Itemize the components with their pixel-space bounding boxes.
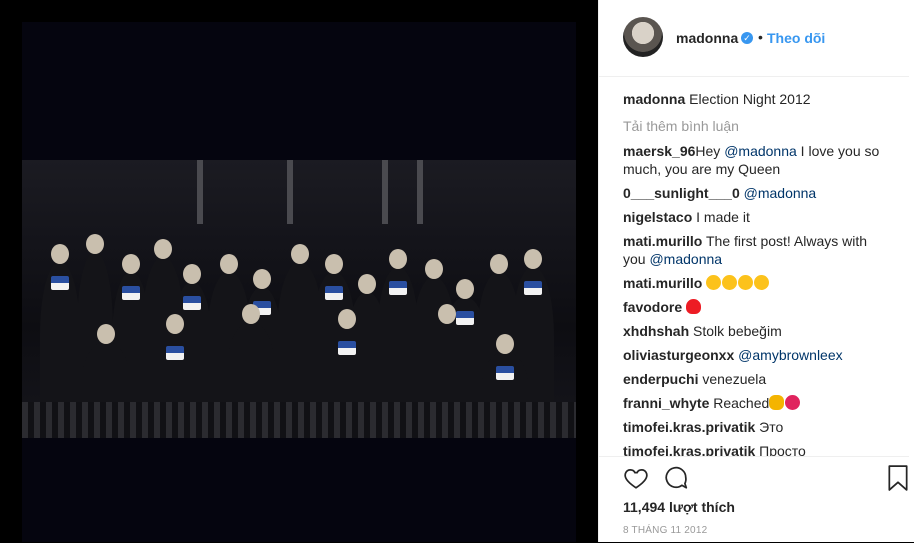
comment-mention[interactable]: @madonna — [744, 185, 817, 201]
heart-eyes-emoji-icon — [706, 275, 722, 290]
stage-truss — [287, 160, 293, 224]
crowd-head — [490, 254, 508, 274]
comment-row: 0___sunlight___0 @madonna — [623, 184, 893, 202]
crowd-head — [425, 259, 443, 279]
comment-username[interactable]: maersk_96 — [623, 143, 695, 159]
comment-username[interactable]: 0___sunlight___0 — [623, 185, 740, 201]
comment-username[interactable]: nigelstaco — [623, 209, 692, 225]
sparkling-heart-emoji-icon — [785, 395, 801, 410]
action-bar: 11,494 lượt thích 8 THÁNG 11 2012 — [599, 456, 909, 543]
comment-text: Stolk bebeğim — [689, 323, 782, 339]
comment-row: mati.murillo The first post! Always with… — [623, 232, 893, 268]
comment-username[interactable]: timofei.kras.privatik — [623, 419, 755, 435]
stage-truss — [197, 160, 203, 224]
post-caption: madonna Election Night 2012 — [623, 90, 893, 108]
comment-username[interactable]: xhdhshah — [623, 323, 689, 339]
comment-row: mati.murillo — [623, 274, 893, 292]
comment-row: enderpuchi venezuela — [623, 370, 893, 388]
post-photo[interactable] — [22, 22, 576, 542]
heart-icon[interactable] — [623, 465, 649, 491]
red-heart-emoji-icon — [686, 299, 702, 314]
separator-dot: • — [758, 29, 763, 45]
comment-text: Hey — [695, 143, 725, 159]
crowd-head — [122, 254, 140, 274]
avatar[interactable] — [623, 17, 663, 57]
comment-row: oliviasturgeonxx @amybrownleex — [623, 346, 893, 364]
post-date: 8 THÁNG 11 2012 — [623, 525, 708, 536]
comment-row: maersk_96Hey @madonna I love you so much… — [623, 142, 893, 178]
comment-username[interactable]: mati.murillo — [623, 275, 702, 291]
heart-eyes-emoji-icon — [722, 275, 738, 290]
stage-truss — [417, 160, 423, 224]
comment-row: timofei.kras.privatik Это — [623, 418, 893, 436]
crowd-head — [456, 279, 474, 299]
comment-username[interactable]: franni_whyte — [623, 395, 709, 411]
comment-text: Это — [755, 419, 784, 435]
shirt-print — [389, 281, 407, 295]
crowd-head — [496, 334, 514, 354]
bookmark-icon[interactable] — [887, 465, 909, 491]
comment-text: I made it — [692, 209, 750, 225]
flexed-biceps-emoji-icon — [769, 395, 785, 410]
verified-badge-icon: ✓ — [741, 32, 753, 44]
comment-text: Просто — [755, 443, 806, 456]
load-more-comments-button[interactable]: Tải thêm bình luận — [623, 118, 893, 134]
crowd-figure — [40, 244, 80, 412]
photo-pane — [0, 0, 598, 542]
comment-row: franni_whyte Reached — [623, 394, 893, 412]
post-sidebar: madonna ✓ • Theo dõi madonna Election Ni… — [598, 0, 914, 542]
crowd-head — [358, 274, 376, 294]
crowd-head — [154, 239, 172, 259]
stage-truss — [382, 160, 388, 224]
crowd-head — [325, 254, 343, 274]
comment-row: timofei.kras.privatik Просто — [623, 442, 893, 456]
caption-username[interactable]: madonna — [623, 91, 685, 107]
crowd-head — [524, 249, 542, 269]
comment-mention[interactable]: @madonna — [649, 251, 722, 267]
crowd-head — [183, 264, 201, 284]
comment-username[interactable]: timofei.kras.privatik — [623, 443, 755, 456]
crowd-head — [438, 304, 456, 324]
comment-icon[interactable] — [663, 465, 689, 491]
kiss-emoji-icon — [754, 275, 770, 290]
shirt-print — [325, 286, 343, 300]
crowd-head — [389, 249, 407, 269]
post-header: madonna ✓ • Theo dõi — [599, 0, 909, 77]
shirt-print — [496, 366, 514, 380]
follow-button[interactable]: Theo dõi — [767, 30, 825, 46]
comment-row: nigelstaco I made it — [623, 208, 893, 226]
crowd-head — [51, 244, 69, 264]
shirt-print — [456, 311, 474, 325]
kiss-emoji-icon — [738, 275, 754, 290]
comment-mention[interactable]: @amybrownleex — [738, 347, 842, 363]
comment-username[interactable]: oliviasturgeonxx — [623, 347, 734, 363]
comment-text: Reached — [709, 395, 770, 411]
shirt-print — [122, 286, 140, 300]
crowd-head — [253, 269, 271, 289]
crowd-head — [166, 314, 184, 334]
comment-row: xhdhshah Stolk bebeğim — [623, 322, 893, 340]
comment-username[interactable]: enderpuchi — [623, 371, 698, 387]
crowd-head — [220, 254, 238, 274]
shirt-print — [524, 281, 542, 295]
comment-username[interactable]: favodore — [623, 299, 682, 315]
comment-mention[interactable]: @madonna — [724, 143, 797, 159]
shirt-print — [51, 276, 69, 290]
shirt-print — [166, 346, 184, 360]
comment-row: favodore — [623, 298, 893, 316]
stage-floor — [22, 402, 576, 438]
comments-list[interactable]: madonna Election Night 2012 Tải thêm bìn… — [623, 84, 893, 456]
crowd-head — [97, 324, 115, 344]
header-username[interactable]: madonna — [676, 30, 738, 46]
crowd-head — [242, 304, 260, 324]
crowd-head — [291, 244, 309, 264]
shirt-print — [183, 296, 201, 310]
shirt-print — [338, 341, 356, 355]
crowd-head — [86, 234, 104, 254]
like-count[interactable]: 11,494 lượt thích — [623, 499, 735, 515]
caption-text: Election Night 2012 — [689, 91, 811, 107]
comment-username[interactable]: mati.murillo — [623, 233, 702, 249]
crowd-head — [338, 309, 356, 329]
comment-text: venezuela — [698, 371, 767, 387]
